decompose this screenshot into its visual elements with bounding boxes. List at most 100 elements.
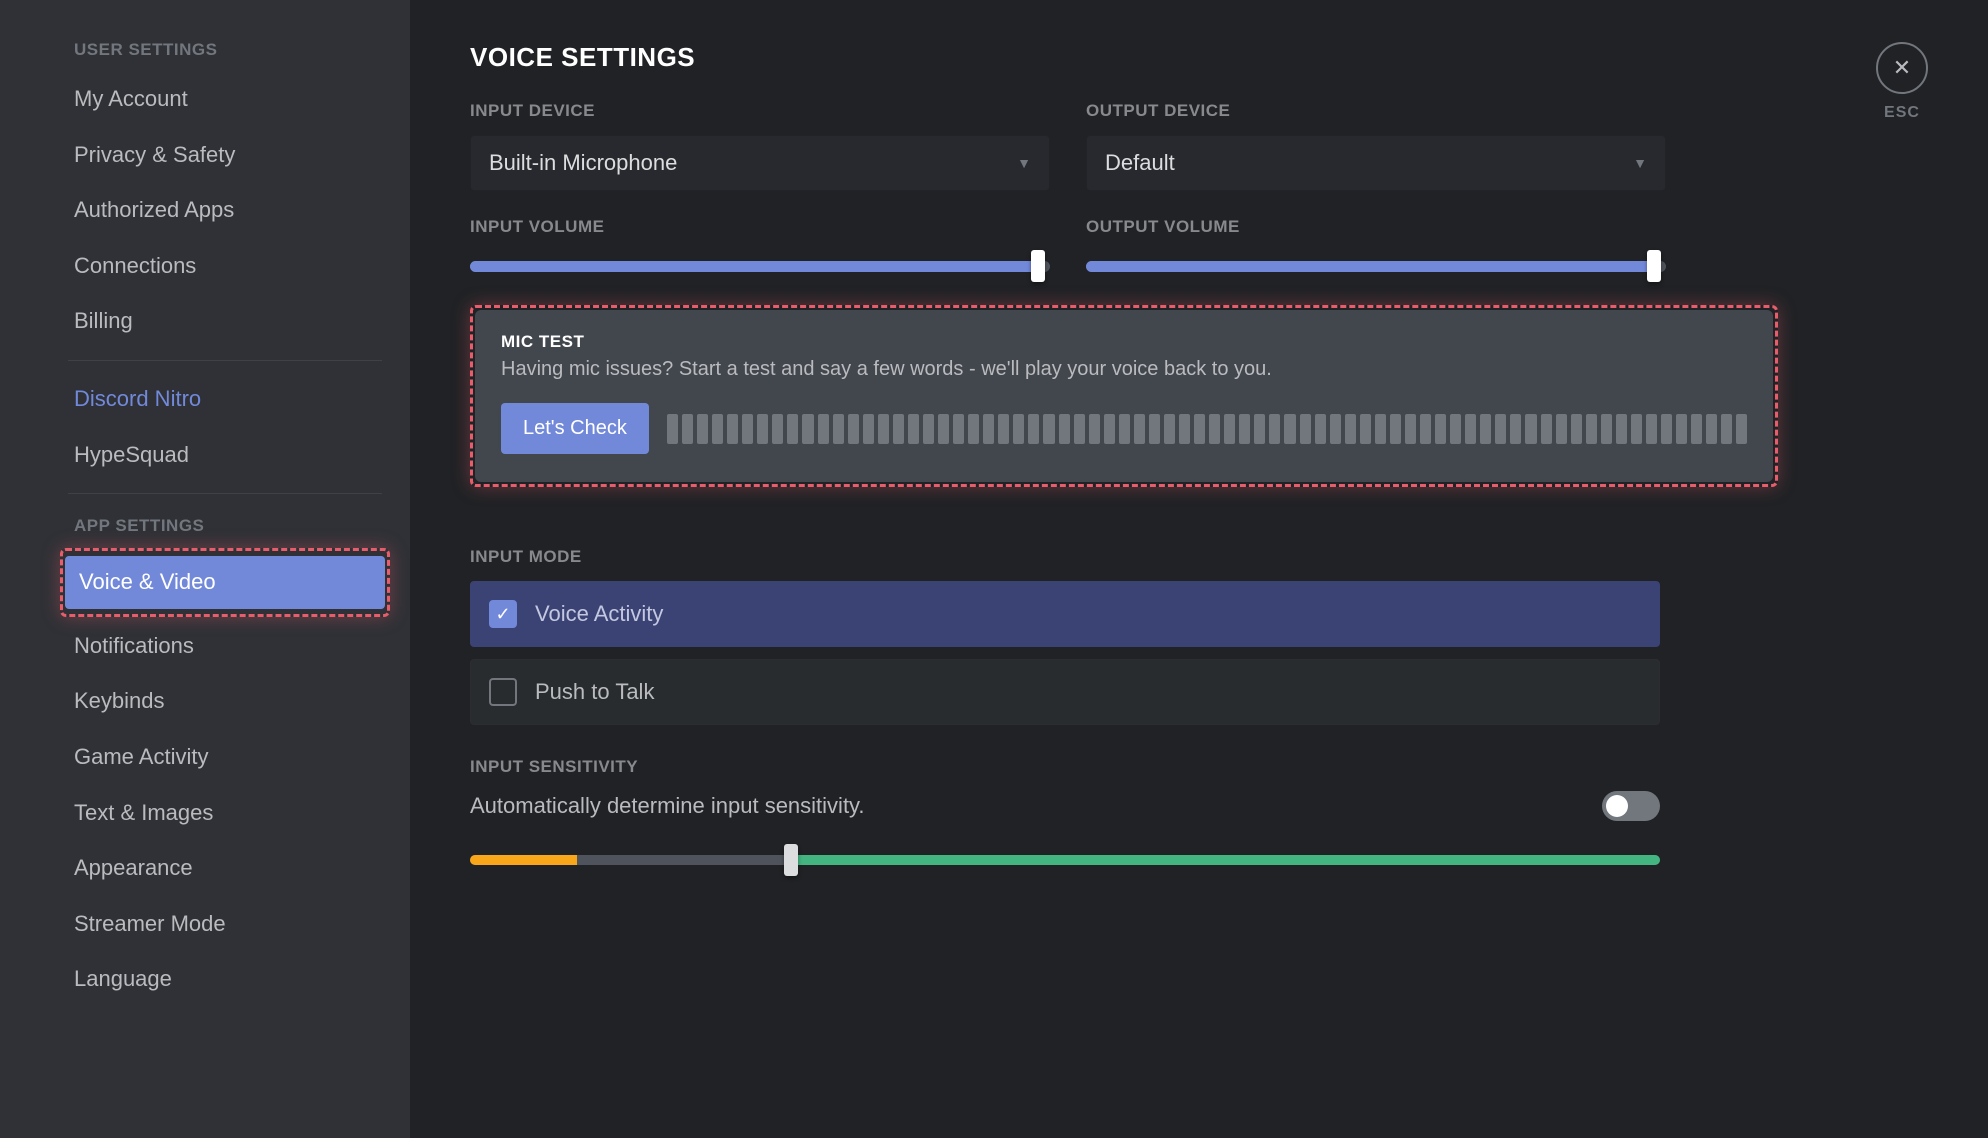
vu-bar (1239, 414, 1250, 444)
page-title: VOICE SETTINGS (470, 42, 1928, 73)
vu-bar (1405, 414, 1416, 444)
mic-test-panel: MIC TEST Having mic issues? Start a test… (475, 310, 1773, 482)
input-mode-label: INPUT MODE (470, 547, 1660, 567)
highlight-annotation: MIC TEST Having mic issues? Start a test… (470, 305, 1778, 487)
output-device-select[interactable]: Default ▼ (1086, 135, 1666, 191)
sidebar-item-my-account[interactable]: My Account (60, 73, 390, 126)
vu-bar (727, 414, 738, 444)
vu-bar (1104, 414, 1115, 444)
vu-bar (1330, 414, 1341, 444)
vu-bar (893, 414, 904, 444)
vu-bar (787, 414, 798, 444)
vu-bar (1586, 414, 1597, 444)
mic-test-title: MIC TEST (501, 332, 1747, 352)
sidebar-item-appearance[interactable]: Appearance (60, 842, 390, 895)
vu-bar (1721, 414, 1732, 444)
sidebar-header-app: APP SETTINGS (60, 506, 390, 546)
settings-content: ✕ ESC VOICE SETTINGS INPUT DEVICE Built-… (410, 0, 1988, 1138)
vu-bar (1074, 414, 1085, 444)
checkbox-icon: ✓ (489, 600, 517, 628)
vu-bar (1480, 414, 1491, 444)
sidebar-item-hypesquad[interactable]: HypeSquad (60, 429, 390, 482)
vu-bar (983, 414, 994, 444)
vu-bar (1676, 414, 1687, 444)
sidebar-item-game-activity[interactable]: Game Activity (60, 731, 390, 784)
input-mode-section: INPUT MODE ✓ Voice Activity ✓Push to Talk (470, 547, 1660, 725)
sidebar-item-connections[interactable]: Connections (60, 240, 390, 293)
auto-sensitivity-toggle[interactable] (1602, 791, 1660, 821)
vu-bar (1661, 414, 1672, 444)
sidebar-item-billing[interactable]: Billing (60, 295, 390, 348)
vu-bar (1059, 414, 1070, 444)
input-mode-option-label: Voice Activity (535, 601, 663, 627)
sidebar-item-language[interactable]: Language (60, 953, 390, 1006)
sidebar-header-user: USER SETTINGS (60, 30, 390, 70)
vu-bar (833, 414, 844, 444)
sidebar-item-nitro[interactable]: Discord Nitro (60, 373, 390, 426)
sidebar-item-authorized-apps[interactable]: Authorized Apps (60, 184, 390, 237)
vu-bar (802, 414, 813, 444)
vu-bar (998, 414, 1009, 444)
vu-bar (1390, 414, 1401, 444)
vu-bar (1345, 414, 1356, 444)
check-icon: ✓ (495, 604, 510, 625)
sidebar-item-privacy[interactable]: Privacy & Safety (60, 129, 390, 182)
sidebar-item-text-images[interactable]: Text & Images (60, 787, 390, 840)
sidebar-separator (68, 360, 382, 361)
vu-bar (1646, 414, 1657, 444)
vu-bar (1495, 414, 1506, 444)
vu-bar (1209, 414, 1220, 444)
input-column: INPUT DEVICE Built-in Microphone ▼ INPUT… (470, 101, 1050, 281)
sidebar-item-streamer-mode[interactable]: Streamer Mode (60, 898, 390, 951)
vu-bar (863, 414, 874, 444)
vu-bar (1510, 414, 1521, 444)
vu-bar (1284, 414, 1295, 444)
vu-bar (1149, 414, 1160, 444)
vu-bar (1254, 414, 1265, 444)
sensitivity-slider[interactable] (470, 845, 1660, 875)
vu-bar (1375, 414, 1386, 444)
vu-bar (1465, 414, 1476, 444)
output-column: OUTPUT DEVICE Default ▼ OUTPUT VOLUME (1086, 101, 1666, 281)
checkbox-icon: ✓ (489, 678, 517, 706)
vu-bar (1435, 414, 1446, 444)
vu-bar (1089, 414, 1100, 444)
vu-bar (742, 414, 753, 444)
vu-bar (1556, 414, 1567, 444)
vu-bar (697, 414, 708, 444)
input-volume-slider[interactable] (470, 251, 1050, 281)
vu-bar (712, 414, 723, 444)
close-area: ✕ ESC (1876, 42, 1928, 122)
chevron-down-icon: ▼ (1633, 155, 1647, 171)
vu-bar (878, 414, 889, 444)
mic-test-description: Having mic issues? Start a test and say … (501, 358, 1747, 381)
input-device-select[interactable]: Built-in Microphone ▼ (470, 135, 1050, 191)
vu-bar (1164, 414, 1175, 444)
vu-bar (757, 414, 768, 444)
vu-bar (1360, 414, 1371, 444)
close-button[interactable]: ✕ (1876, 42, 1928, 94)
highlight-annotation: Voice & Video (60, 548, 390, 617)
vu-bar (923, 414, 934, 444)
vu-bar (818, 414, 829, 444)
vu-bar (667, 414, 678, 444)
vu-bar (772, 414, 783, 444)
vu-bar (1013, 414, 1024, 444)
vu-bar (1134, 414, 1145, 444)
chevron-down-icon: ▼ (1017, 155, 1031, 171)
vu-bar (1616, 414, 1627, 444)
vu-bar (1028, 414, 1039, 444)
sidebar-item-voice-video[interactable]: Voice & Video (65, 556, 385, 609)
sidebar-item-notifications[interactable]: Notifications (60, 620, 390, 673)
mic-test-meter (667, 414, 1747, 444)
sidebar-item-keybinds[interactable]: Keybinds (60, 675, 390, 728)
vu-bar (1119, 414, 1130, 444)
input-mode-option[interactable]: ✓Push to Talk (470, 659, 1660, 725)
vu-bar (1571, 414, 1582, 444)
output-volume-slider[interactable] (1086, 251, 1666, 281)
input-mode-option[interactable]: ✓ Voice Activity (470, 581, 1660, 647)
mic-test-button[interactable]: Let's Check (501, 403, 649, 454)
vu-bar (1450, 414, 1461, 444)
close-icon: ✕ (1893, 55, 1911, 81)
settings-sidebar: USER SETTINGS My Account Privacy & Safet… (0, 0, 410, 1138)
